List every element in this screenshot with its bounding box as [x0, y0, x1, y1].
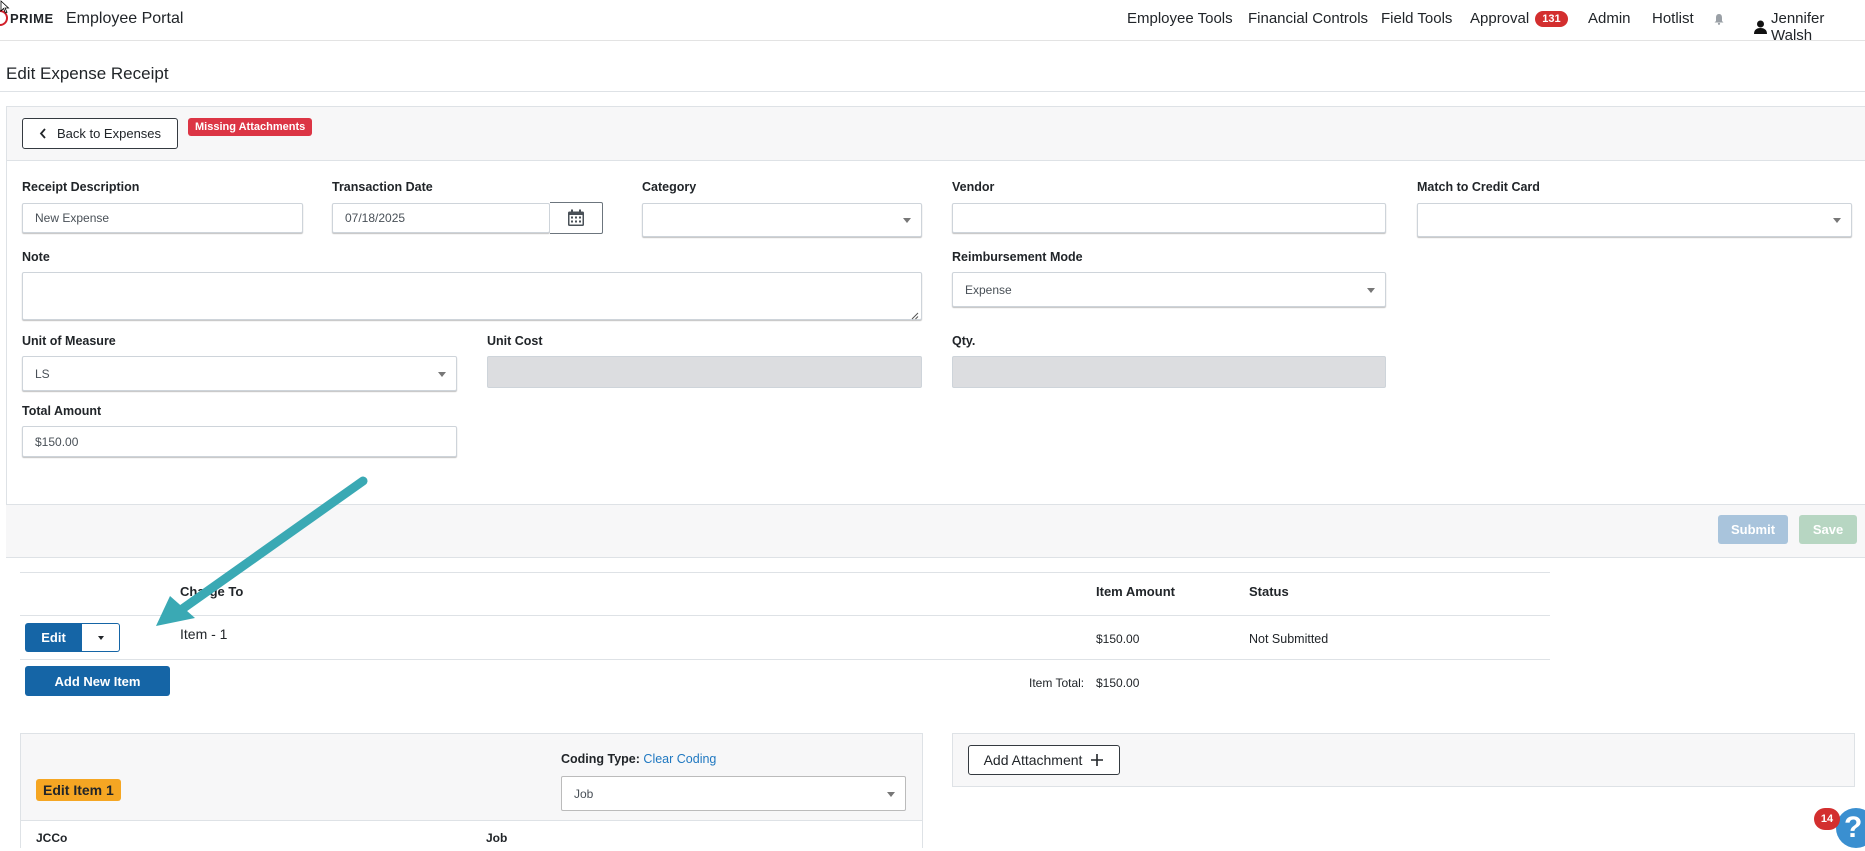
add-new-item-button[interactable]: Add New Item — [25, 666, 170, 696]
submit-button[interactable]: Submit — [1718, 515, 1788, 544]
expense-form-card — [6, 106, 1865, 558]
match-credit-card-label: Match to Credit Card — [1417, 180, 1540, 194]
user-menu[interactable]: Jennifer Walsh — [1754, 10, 1865, 44]
coding-type-select[interactable]: Job — [561, 776, 906, 811]
qty-input — [952, 356, 1386, 388]
vendor-label: Vendor — [952, 180, 995, 194]
user-icon — [1754, 20, 1767, 34]
chevron-left-icon — [39, 128, 47, 139]
transaction-date-label: Transaction Date — [332, 180, 433, 194]
match-credit-card-select[interactable] — [1417, 203, 1852, 237]
back-to-expenses-label: Back to Expenses — [56, 126, 162, 141]
mouse-cursor-icon — [0, 0, 10, 17]
nav-hotlist[interactable]: Hotlist — [1652, 10, 1694, 27]
coding-type-value: Job — [574, 786, 594, 801]
add-attachment-button[interactable]: Add Attachment — [968, 745, 1120, 775]
edit-item-badge: Edit Item 1 — [36, 779, 121, 801]
nav-approval[interactable]: Approval 131 — [1470, 10, 1568, 27]
reimbursement-mode-select[interactable]: Expense — [952, 272, 1386, 307]
status-header: Status — [1249, 584, 1289, 599]
approval-count-badge: 131 — [1535, 11, 1568, 27]
clear-coding-link[interactable]: Clear Coding — [643, 752, 716, 766]
caret-down-icon — [97, 635, 104, 640]
item-amount-cell: $150.00 — [1096, 632, 1140, 646]
chevron-down-icon — [438, 371, 446, 377]
help-button[interactable]: ? — [1836, 808, 1865, 848]
item-total-label: Item Total: — [1029, 676, 1085, 690]
table-row-border — [20, 659, 1550, 660]
nav-admin[interactable]: Admin — [1588, 10, 1631, 27]
top-navbar — [0, 0, 1865, 41]
chevron-down-icon — [1833, 218, 1841, 223]
category-select[interactable] — [642, 203, 922, 237]
help-count-badge: 14 — [1814, 808, 1840, 830]
form-card-footer — [6, 504, 1865, 557]
unit-of-measure-label: Unit of Measure — [22, 334, 116, 348]
back-to-expenses-button[interactable]: Back to Expenses — [22, 118, 178, 149]
user-name: Jennifer Walsh — [1771, 10, 1825, 44]
chevron-down-icon — [1367, 287, 1375, 293]
note-textarea[interactable] — [22, 272, 922, 320]
vendor-input[interactable] — [952, 203, 1386, 233]
missing-attachments-badge: Missing Attachments — [188, 118, 313, 136]
app-title[interactable]: Employee Portal — [66, 10, 183, 28]
edit-item-button[interactable]: Edit — [25, 623, 82, 652]
reimbursement-mode-value: Expense — [965, 282, 1012, 297]
transaction-date-input[interactable]: 07/18/2025 — [332, 203, 550, 233]
charge-to-cell: Item - 1 — [180, 626, 228, 642]
calendar-button[interactable] — [550, 202, 603, 234]
total-amount-input[interactable]: $150.00 — [22, 426, 457, 457]
arrow-head — [156, 596, 195, 626]
charge-to-header: Charge To — [180, 584, 244, 599]
receipt-description-label: Receipt Description — [22, 180, 140, 194]
title-divider — [0, 91, 1865, 92]
note-label: Note — [22, 250, 50, 264]
nav-approval-label: Approval — [1470, 10, 1530, 27]
qty-label: Qty. — [952, 334, 976, 348]
coding-type-label: Coding Type: — [561, 752, 640, 766]
total-amount-label: Total Amount — [22, 404, 102, 418]
unit-of-measure-select[interactable]: LS — [22, 356, 457, 391]
resize-grip-icon[interactable] — [911, 309, 919, 320]
bell-icon[interactable] — [1713, 13, 1725, 25]
unit-cost-input — [487, 356, 922, 388]
category-label: Category — [642, 180, 697, 194]
page-title: Edit Expense Receipt — [6, 64, 169, 83]
chevron-down-icon — [887, 791, 895, 797]
item-amount-header: Item Amount — [1096, 584, 1175, 599]
status-cell: Not Submitted — [1249, 632, 1329, 646]
table-top-border — [20, 572, 1550, 573]
nav-employee-tools[interactable]: Employee Tools — [1127, 10, 1233, 27]
unit-cost-label: Unit Cost — [487, 334, 543, 348]
plus-icon — [1090, 753, 1104, 767]
table-header-border — [20, 615, 1550, 616]
reimbursement-mode-label: Reimbursement Mode — [952, 250, 1083, 264]
chevron-down-icon — [903, 218, 911, 223]
nav-financial-controls[interactable]: Financial Controls — [1248, 10, 1368, 27]
save-button[interactable]: Save — [1799, 515, 1857, 544]
calendar-icon — [567, 209, 585, 227]
question-icon: ? — [1844, 811, 1863, 844]
item-total-value: $150.00 — [1096, 676, 1140, 690]
receipt-description-input[interactable]: New Expense — [22, 203, 303, 233]
coding-grid-area — [21, 821, 922, 851]
coding-type-row: Coding Type: Clear Coding — [561, 752, 716, 766]
unit-of-measure-value: LS — [35, 366, 50, 381]
add-attachment-label: Add Attachment — [983, 752, 1083, 768]
edit-dropdown-toggle[interactable] — [82, 623, 120, 652]
nav-field-tools[interactable]: Field Tools — [1381, 10, 1452, 27]
